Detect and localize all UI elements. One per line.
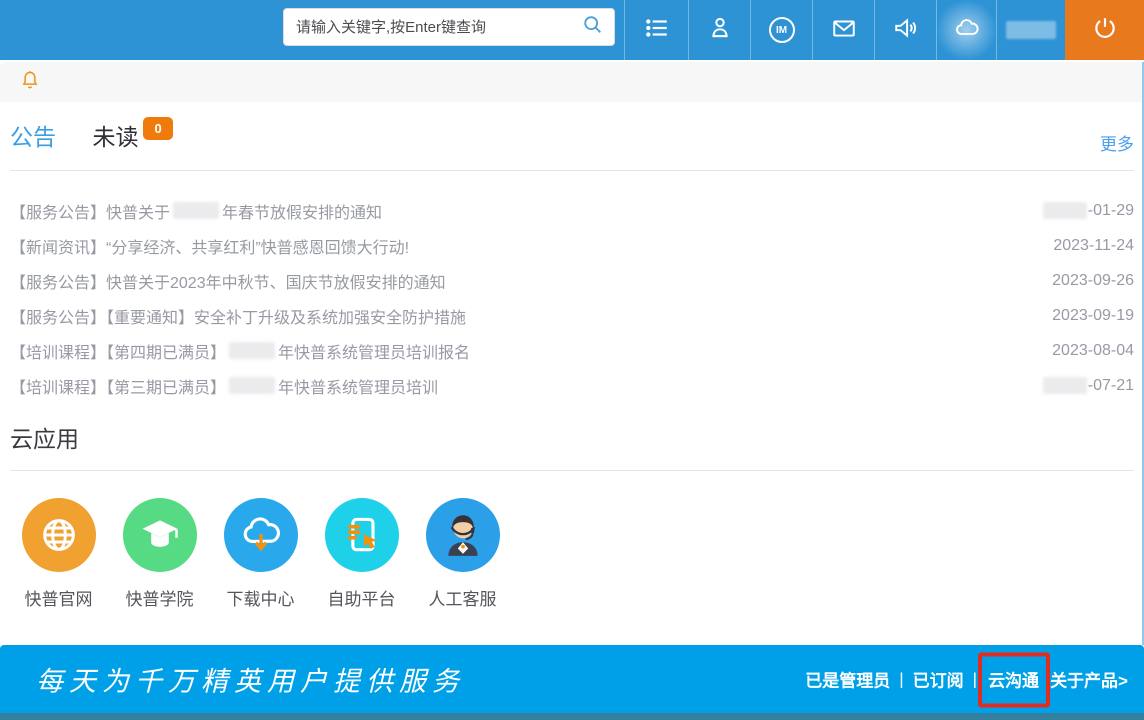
announcement-text-post: 年快普系统管理员培训 [278, 374, 438, 398]
announcement-text-pre: 【培训课程】【第四期已满员】 [10, 339, 226, 363]
announcement-date: 2023-09-26 [1052, 272, 1134, 290]
search-magnifier-icon[interactable] [582, 14, 604, 41]
notification-strip [0, 62, 1144, 102]
menu-list-icon [644, 15, 670, 46]
redacted-year [229, 342, 275, 359]
announcement-text: 【服务公告】快普关于2023年中秋节、国庆节放假安排的通知 [10, 269, 446, 293]
topbar-buttons: IM [624, 0, 1144, 60]
more-link[interactable]: 更多 [1100, 130, 1134, 155]
divider [10, 170, 1134, 171]
announcement-date: 2023-09-19 [1052, 307, 1134, 325]
footer-slogan: 每天为千万精英用户提供服务 [36, 660, 465, 699]
announcement-row[interactable]: 【服务公告】快普关于2023年中秋节、国庆节放假安排的通知 2023-09-26 [10, 263, 1134, 298]
cloud-apps-row: 快普官网 快普学院 [8, 498, 513, 610]
announcement-row[interactable]: 【服务公告】快普关于 年春节放假安排的通知 -01-29 [10, 193, 1134, 228]
user-icon [707, 15, 733, 46]
announcements-list: 【服务公告】快普关于 年春节放假安排的通知 -01-29 【新闻资讯】“分享经济… [10, 193, 1134, 403]
announcement-date-text: 2023-08-04 [1052, 342, 1134, 360]
bell-icon[interactable] [20, 68, 40, 97]
announcement-row[interactable]: 【服务公告】【重要通知】安全补丁升级及系统加强安全防护措施 2023-09-19 [10, 298, 1134, 333]
mail-button[interactable] [812, 0, 874, 60]
announcement-text: 【新闻资讯】“分享经济、共享红利”快普感恩回馈大行动! [10, 234, 409, 258]
app-academy[interactable]: 快普学院 [109, 498, 210, 610]
globe-icon [22, 498, 96, 572]
cloud-download-icon [224, 498, 298, 572]
announcement-text-pre: 【服务公告】快普关于 [10, 199, 170, 223]
announcement-text: 【培训课程】【第三期已满员】 年快普系统管理员培训 [10, 374, 438, 398]
redacted-year [1043, 202, 1087, 219]
menu-list-button[interactable] [624, 0, 688, 60]
username-redacted [1006, 21, 1056, 39]
tab-announcements[interactable]: 公告 [10, 124, 56, 150]
footer: 每天为千万精英用户提供服务 已是管理员 | 已订阅 | 云沟通 关于产品> [0, 645, 1144, 713]
announcement-date-text: 2023-11-24 [1053, 237, 1134, 255]
announcement-text: 【培训课程】【第四期已满员】 年快普系统管理员培训报名 [10, 339, 470, 363]
app-download-center[interactable]: 下载中心 [210, 498, 311, 610]
im-bubble-icon: IM [769, 17, 795, 43]
announcement-text: 【服务公告】快普关于 年春节放假安排的通知 [10, 199, 382, 223]
footer-link-subscribed[interactable]: 已订阅 [913, 667, 964, 692]
divider [10, 470, 1134, 471]
power-button[interactable] [1065, 0, 1144, 60]
announcement-date-text: -01-29 [1088, 202, 1134, 220]
app-label: 快普官网 [25, 585, 93, 610]
footer-link-cloud-chat-label: 云沟通 [988, 672, 1039, 691]
app-customer-service[interactable]: 人工客服 [412, 498, 513, 610]
redacted-year [1043, 377, 1087, 394]
app-label: 人工客服 [429, 585, 497, 610]
im-button[interactable]: IM [750, 0, 812, 60]
announcement-date: 2023-08-04 [1052, 342, 1134, 360]
unread-count-badge: 0 [143, 117, 172, 140]
self-service-doc-icon [325, 498, 399, 572]
announcement-text: 【服务公告】【重要通知】安全补丁升级及系统加强安全防护措施 [10, 304, 466, 328]
footer-bottom-strip [0, 713, 1144, 720]
footer-link-cloud-chat[interactable]: 云沟通 [986, 667, 1041, 692]
contacts-button[interactable] [688, 0, 750, 60]
announcement-date: -01-29 [1040, 202, 1134, 220]
search-box [283, 8, 615, 46]
announcement-text-pre: 【新闻资讯】“分享经济、共享红利”快普感恩回馈大行动! [10, 234, 409, 258]
user-account-button[interactable] [996, 0, 1065, 60]
app-label: 自助平台 [328, 585, 396, 610]
mail-envelope-icon [830, 15, 858, 46]
speaker-icon [892, 15, 920, 46]
page: IM [0, 0, 1144, 720]
announcement-text-post: 年快普系统管理员培训报名 [278, 339, 470, 363]
footer-links: 已是管理员 | 已订阅 | 云沟通 关于产品> [805, 667, 1128, 692]
announcement-date-text: 2023-09-19 [1052, 307, 1134, 325]
announcement-row[interactable]: 【新闻资讯】“分享经济、共享红利”快普感恩回馈大行动! 2023-11-24 [10, 228, 1134, 263]
announcement-date: -07-21 [1040, 377, 1134, 395]
app-label: 快普学院 [126, 585, 194, 610]
customer-service-agent-icon [426, 498, 500, 572]
footer-link-admin[interactable]: 已是管理员 [805, 667, 890, 692]
footer-link-about-product[interactable]: 关于产品> [1050, 667, 1128, 692]
link-separator: | [973, 669, 977, 689]
app-self-service[interactable]: 自助平台 [311, 498, 412, 610]
link-separator: | [899, 669, 903, 689]
announcement-button[interactable] [874, 0, 936, 60]
power-icon [1092, 15, 1118, 46]
announcement-date: 2023-11-24 [1053, 237, 1134, 255]
cloud-icon [952, 15, 982, 46]
cloud-button[interactable] [936, 0, 996, 60]
announcement-date-text: 2023-09-26 [1052, 272, 1134, 290]
search-input[interactable] [284, 19, 582, 36]
cloud-apps-title: 云应用 [10, 420, 79, 454]
announcement-text-pre: 【服务公告】【重要通知】安全补丁升级及系统加强安全防护措施 [10, 304, 466, 328]
tab-unread[interactable]: 未读 [92, 124, 138, 150]
announcements-header: 公告 未读0 更多 [10, 118, 1134, 160]
graduation-cap-icon [123, 498, 197, 572]
redacted-year [173, 202, 219, 219]
announcement-row[interactable]: 【培训课程】【第四期已满员】 年快普系统管理员培训报名 2023-08-04 [10, 333, 1134, 368]
announcement-date-text: -07-21 [1088, 377, 1134, 395]
announcement-text-pre: 【服务公告】快普关于2023年中秋节、国庆节放假安排的通知 [10, 269, 446, 293]
announcement-text-pre: 【培训课程】【第三期已满员】 [10, 374, 226, 398]
topbar: IM [0, 0, 1144, 60]
announcement-text-post: 年春节放假安排的通知 [222, 199, 382, 223]
app-label: 下载中心 [227, 585, 295, 610]
app-official-site[interactable]: 快普官网 [8, 498, 109, 610]
redacted-year [229, 377, 275, 394]
announcement-row[interactable]: 【培训课程】【第三期已满员】 年快普系统管理员培训 -07-21 [10, 368, 1134, 403]
